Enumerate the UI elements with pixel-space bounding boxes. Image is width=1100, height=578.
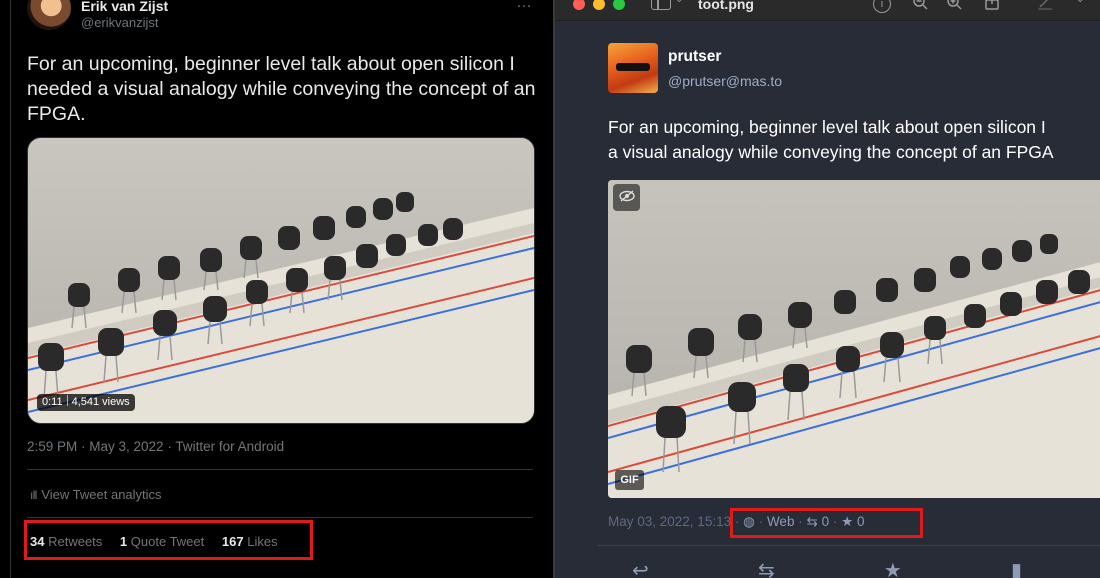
highlight-box <box>24 520 313 560</box>
analytics-icon: ıIl <box>30 488 37 502</box>
favourite-button-icon[interactable]: ★ <box>884 558 902 578</box>
info-icon[interactable]: i <box>873 0 891 13</box>
markup-chevron-icon[interactable]: ⌄ <box>1076 0 1084 5</box>
toot-display-name[interactable]: prutser <box>668 48 721 66</box>
chevron-down-icon[interactable]: ⌄ <box>675 0 683 5</box>
tweet-timestamp-source[interactable]: 2:59 PM · May 3, 2022 · Twitter for Andr… <box>27 439 284 454</box>
avatar-glasses-shape <box>616 63 650 71</box>
close-window-button[interactable] <box>573 0 585 10</box>
zoom-out-icon[interactable] <box>912 0 928 14</box>
window-title: toot.png <box>698 0 754 12</box>
gif-badge: GIF <box>615 470 644 490</box>
badge-separator <box>66 395 68 406</box>
toot-date[interactable]: May 03, 2022, 15:13 <box>608 514 731 529</box>
hide-media-eye-icon[interactable] <box>613 184 640 211</box>
preview-window: ⌄ toot.png i ⌄ prutser @prutser@mas.to F… <box>555 0 1100 578</box>
timeline-border <box>10 0 11 578</box>
toot-text-line: For an upcoming, beginner level talk abo… <box>608 117 1046 137</box>
sidebar-icon[interactable] <box>651 0 671 10</box>
tweet-pane: Erik van Zijst @erikvanzijst … For an up… <box>0 0 553 578</box>
toot-text: For an upcoming, beginner level talk abo… <box>608 115 1100 165</box>
bookmark-icon[interactable]: ▮ <box>1011 558 1022 578</box>
zoom-window-button[interactable] <box>613 0 625 10</box>
toot-gif[interactable] <box>608 180 1100 498</box>
highlight-box <box>730 508 923 538</box>
divider <box>597 545 1100 546</box>
zoom-in-icon[interactable] <box>946 0 962 14</box>
divider <box>27 469 533 470</box>
toot-handle[interactable]: @prutser@mas.to <box>668 73 782 89</box>
breadboard-image <box>608 180 1100 498</box>
minimize-window-button[interactable] <box>593 0 605 10</box>
toot-action-bar: ↩ ⇆ ★ ▮ <box>632 558 1022 578</box>
view-analytics-link[interactable]: ıIl View Tweet analytics <box>30 487 162 502</box>
boost-button-icon[interactable]: ⇆ <box>758 558 775 578</box>
video-views: 4,541 views <box>71 396 130 408</box>
analytics-label: View Tweet analytics <box>41 487 162 502</box>
share-icon[interactable] <box>985 0 999 14</box>
author-name[interactable]: Erik van Zijst <box>81 0 168 14</box>
author-avatar[interactable] <box>27 0 71 30</box>
reply-icon[interactable]: ↩ <box>632 558 649 578</box>
video-time: 0:11 <box>42 396 63 408</box>
author-handle[interactable]: @erikvanzijst <box>81 15 159 30</box>
tweet-video[interactable] <box>27 137 535 424</box>
toot-text-line: a visual analogy while conveying the con… <box>608 142 1054 162</box>
markup-icon[interactable] <box>1037 0 1053 14</box>
more-options-icon[interactable]: … <box>516 0 533 12</box>
tweet-text: For an upcoming, beginner level talk abo… <box>27 53 536 125</box>
window-titlebar: ⌄ toot.png i ⌄ <box>555 0 1100 21</box>
divider <box>27 517 533 518</box>
video-duration-views: 0:11 4,541 views <box>37 394 135 411</box>
breadboard-image <box>28 138 534 423</box>
toot-avatar[interactable] <box>608 43 658 93</box>
